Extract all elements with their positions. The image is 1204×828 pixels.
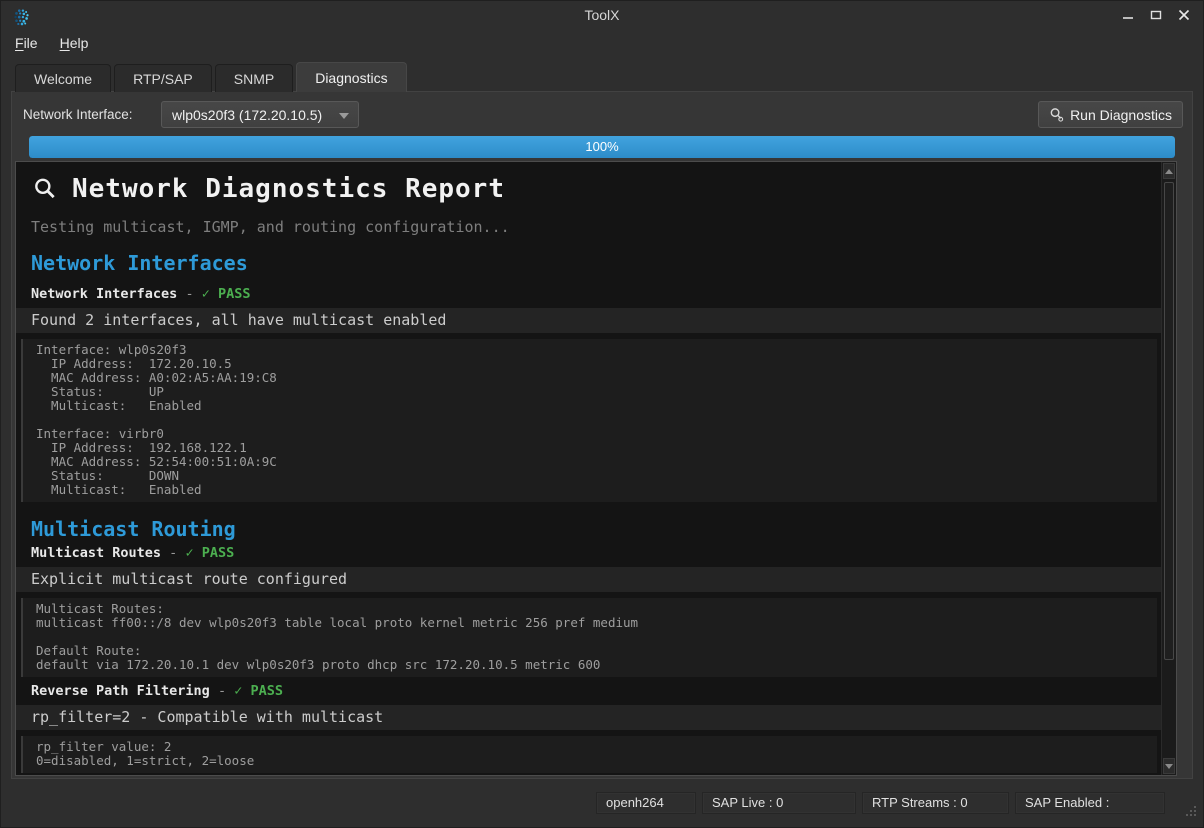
magnifier-icon — [32, 176, 58, 202]
test-message: Found 2 interfaces, all have multicast e… — [16, 308, 1161, 333]
test-status-pass: ✓ PASS — [202, 286, 251, 302]
status-item-sap-live-0: SAP Live : 0 — [702, 792, 856, 814]
status-bar-items: openh264 SAP Live : 0 RTP Streams : 0 SAP E… — [1, 792, 1165, 814]
window-controls — [1121, 8, 1191, 22]
menu-bar: File Help — [1, 29, 1203, 57]
scroll-down-button[interactable] — [1163, 758, 1175, 774]
test-message: Explicit multicast route configured — [16, 567, 1161, 592]
window-title: ToolX — [1, 7, 1203, 23]
report-title-row: Network Diagnostics Report — [32, 174, 1161, 204]
status-item-sap-enabled: SAP Enabled : — [1015, 792, 1165, 814]
test-result-line: Multicast Routes - ✓ PASS — [31, 545, 1161, 561]
tab-welcome[interactable]: Welcome — [15, 64, 111, 92]
resize-grip[interactable] — [1184, 804, 1197, 817]
network-interface-value: wlp0s20f3 (172.20.10.5) — [172, 107, 322, 123]
test-status-pass: ✓ PASS — [185, 545, 234, 561]
test-separator: - — [210, 683, 234, 699]
tab-rtp-sap[interactable]: RTP/SAP — [114, 64, 212, 92]
report-content: Network InterfacesNetwork Interfaces - ✓… — [16, 251, 1161, 775]
test-name: Reverse Path Filtering — [31, 683, 210, 699]
progress-bar: 100% — [29, 136, 1175, 158]
tab-diagnostics[interactable]: Diagnostics — [296, 62, 406, 92]
tab-snmp[interactable]: SNMP — [215, 64, 293, 92]
network-interface-label: Network Interface: — [23, 107, 133, 122]
menu-help[interactable]: Help — [60, 35, 89, 51]
report-viewport[interactable]: Network Diagnostics Report Testing multi… — [16, 162, 1161, 775]
section-heading-network-interfaces: Network Interfaces — [31, 251, 1161, 275]
test-details: Multicast Routes: multicast ff00::/8 dev… — [21, 598, 1157, 677]
chevron-down-icon — [339, 113, 349, 119]
report-title: Network Diagnostics Report — [72, 174, 505, 204]
status-item-openh264: openh264 — [596, 792, 696, 814]
test-separator: - — [177, 286, 201, 302]
tab-bar: WelcomeRTP/SAPSNMPDiagnostics — [15, 62, 410, 92]
search-icon — [1049, 107, 1064, 122]
scroll-up-button[interactable] — [1163, 163, 1175, 179]
test-message: rp_filter=2 - Compatible with multicast — [16, 705, 1161, 730]
diagnostics-page: Network Interface: wlp0s20f3 (172.20.10.… — [11, 91, 1193, 779]
diagnostics-toolbar: Network Interface: wlp0s20f3 (172.20.10.… — [23, 101, 1183, 129]
test-name: Multicast Routes — [31, 545, 161, 561]
arrow-up-icon — [1165, 169, 1173, 174]
report-subtitle: Testing multicast, IGMP, and routing con… — [31, 218, 1161, 236]
test-result-line: Reverse Path Filtering - ✓ PASS — [31, 683, 1161, 699]
progress-percent-label: 100% — [29, 139, 1175, 154]
test-details: Interface: wlp0s20f3 IP Address: 172.20.… — [21, 339, 1157, 502]
run-diagnostics-button[interactable]: Run Diagnostics — [1038, 101, 1183, 128]
report-scrollbar — [1161, 162, 1176, 775]
test-status-pass: ✓ PASS — [234, 683, 283, 699]
status-item-rtp-streams-0: RTP Streams : 0 — [862, 792, 1009, 814]
section-heading-multicast-routing: Multicast Routing — [31, 517, 1161, 541]
diagnostics-report: Network Diagnostics Report Testing multi… — [15, 161, 1177, 776]
minimize-button[interactable] — [1121, 8, 1135, 22]
test-separator: - — [161, 545, 185, 561]
run-diagnostics-label: Run Diagnostics — [1070, 107, 1172, 123]
test-details: rp_filter value: 2 0=disabled, 1=strict,… — [21, 736, 1157, 773]
test-result-line: Network Interfaces - ✓ PASS — [31, 286, 1161, 302]
arrow-down-icon — [1165, 764, 1173, 769]
menu-file[interactable]: File — [15, 35, 38, 51]
test-name: Network Interfaces — [31, 286, 177, 302]
network-interface-select[interactable]: wlp0s20f3 (172.20.10.5) — [161, 101, 359, 128]
close-button[interactable] — [1177, 8, 1191, 22]
maximize-button[interactable] — [1149, 8, 1163, 22]
app-window: { "window": { "title": "ToolX" }, "menu"… — [0, 0, 1204, 828]
title-bar: ToolX — [1, 1, 1203, 29]
scrollbar-thumb[interactable] — [1164, 182, 1174, 660]
